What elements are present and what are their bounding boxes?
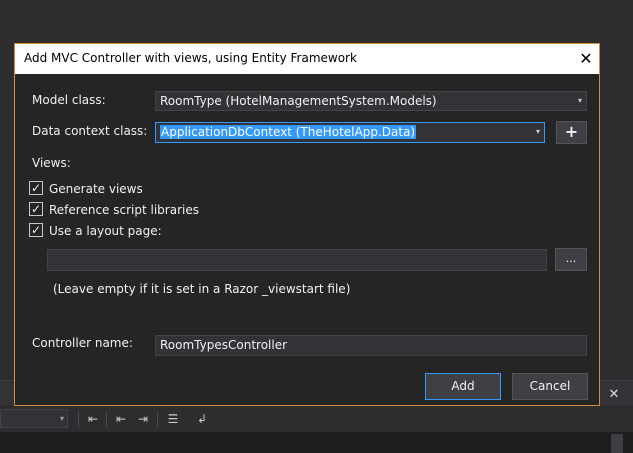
model-class-value: RoomType (HotelManagementSystem.Models): [160, 94, 437, 108]
toolbar-separator: [78, 411, 79, 427]
tool-window-close-icon[interactable]: ✕: [605, 386, 623, 404]
dialog-title: Add MVC Controller with views, using Ent…: [24, 51, 357, 65]
chevron-down-icon: ▾: [577, 96, 582, 105]
scrollbar[interactable]: [611, 434, 623, 453]
toolbar-separator: [157, 411, 158, 427]
close-icon[interactable]: ✕: [575, 48, 597, 70]
controller-name-input[interactable]: RoomTypesController: [155, 335, 587, 356]
toolbar-separator: [106, 411, 107, 427]
cancel-button[interactable]: Cancel: [512, 373, 588, 400]
model-class-dropdown[interactable]: RoomType (HotelManagementSystem.Models) …: [155, 91, 587, 111]
add-controller-dialog: Add MVC Controller with views, using Ent…: [14, 43, 600, 406]
generate-views-label: Generate views: [49, 182, 143, 196]
word-wrap-icon[interactable]: ↲: [193, 410, 211, 428]
add-button[interactable]: Add: [425, 373, 501, 400]
generate-views-checkbox[interactable]: ✓: [29, 181, 43, 195]
data-context-dropdown[interactable]: ApplicationDbContext (TheHotelApp.Data) …: [155, 122, 545, 143]
data-context-value: ApplicationDbContext (TheHotelApp.Data): [160, 125, 417, 139]
add-data-context-button[interactable]: +: [556, 121, 587, 144]
dialog-titlebar: Add MVC Controller with views, using Ent…: [15, 44, 599, 74]
views-label: Views:: [32, 156, 71, 170]
browse-layout-button[interactable]: ...: [555, 248, 587, 271]
reference-scripts-label: Reference script libraries: [49, 203, 199, 217]
layout-page-input[interactable]: [47, 249, 547, 271]
chevron-down-icon: ▾: [535, 127, 540, 136]
controller-name-label: Controller name:: [32, 336, 133, 350]
outdent-icon[interactable]: ⇤: [84, 410, 102, 428]
reference-scripts-checkbox[interactable]: ✓: [29, 202, 43, 216]
indent-left-icon[interactable]: ⇤: [112, 410, 130, 428]
model-class-label: Model class:: [32, 93, 106, 107]
indent-right-icon[interactable]: ⇥: [134, 410, 152, 428]
use-layout-page-label: Use a layout page:: [49, 224, 162, 238]
comment-lines-icon[interactable]: ☰: [164, 410, 182, 428]
ide-bottom-panel: [0, 432, 633, 453]
data-context-label: Data context class:: [32, 124, 148, 138]
chevron-down-icon: ▾: [59, 414, 64, 423]
use-layout-page-checkbox[interactable]: ✓: [29, 223, 43, 237]
layout-hint: (Leave empty if it is set in a Razor _vi…: [53, 282, 351, 296]
